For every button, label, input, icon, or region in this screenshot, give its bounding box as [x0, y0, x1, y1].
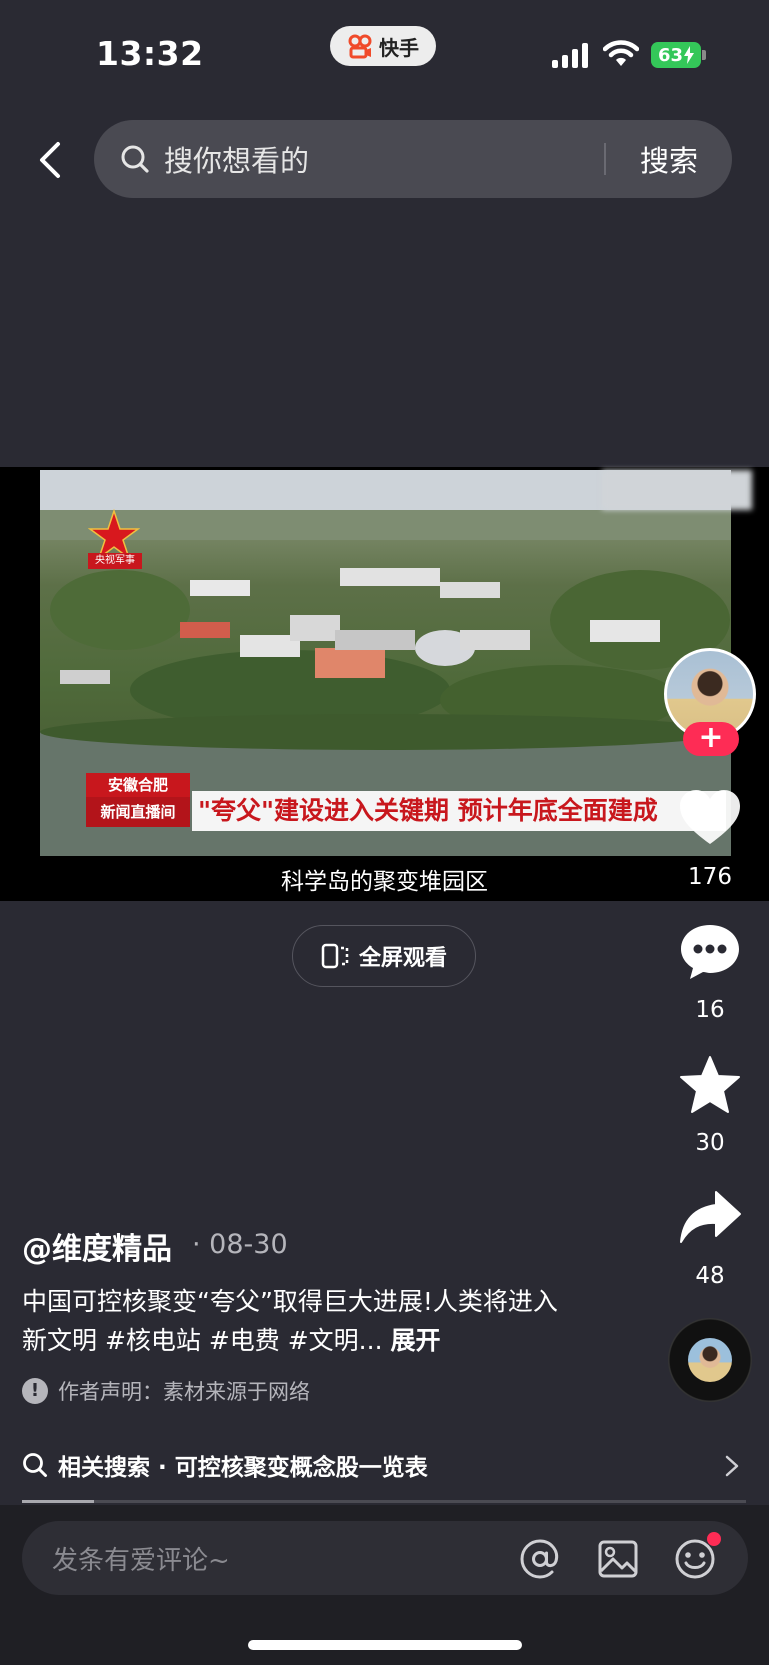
charging-bolt-icon [684, 46, 695, 64]
author-name[interactable]: @维度精品 [22, 1224, 172, 1268]
cellular-signal-icon [552, 42, 588, 68]
news-headline: "夸父"建设进入关键期 预计年底全面建成 [192, 791, 726, 831]
video-progress-track[interactable] [22, 1500, 746, 1503]
image-icon[interactable] [596, 1537, 640, 1581]
video-caption: 科学岛的聚变堆园区 [281, 869, 488, 895]
expand-link[interactable]: 展开 [390, 1326, 440, 1355]
follow-button[interactable]: + [683, 722, 739, 756]
search-button[interactable]: 搜索 [606, 138, 732, 180]
program-tag: 新闻直播间 [86, 797, 190, 827]
video-progress-fill [22, 1500, 94, 1503]
share-count: 48 [695, 1263, 725, 1289]
warning-icon: ! [22, 1378, 48, 1404]
search-bar[interactable]: 搜你想看的 搜索 [94, 120, 732, 198]
kuaishou-logo-icon [348, 34, 372, 59]
post-description[interactable]: 中国可控核聚变“夸父”取得巨大进展!人类将进入新文明 #核电站 #电费 #文明.… [22, 1282, 582, 1360]
post-date: · 08-30 [192, 1229, 288, 1260]
battery-level: 63 [657, 44, 684, 66]
home-indicator[interactable] [248, 1640, 522, 1650]
fullscreen-icon [321, 943, 349, 969]
fullscreen-label: 全屏观看 [358, 946, 447, 971]
location-tag: 安徽合肥 [86, 773, 190, 797]
related-search-link[interactable]: 相关搜索 · 可控核聚变概念股一览表 [22, 1448, 428, 1482]
description-text: 中国可控核聚变“夸父”取得巨大进展!人类将进入新文明 #核电站 #电费 #文明.… [22, 1287, 558, 1355]
app-indicator-pill[interactable]: 快手 [330, 26, 436, 66]
music-cover [688, 1338, 732, 1382]
notification-dot [707, 1532, 721, 1546]
chevron-right-icon[interactable] [724, 1454, 740, 1478]
battery-nub [702, 50, 706, 60]
fullscreen-button[interactable]: 全屏观看 [292, 925, 476, 987]
comment-placeholder: 发条有爱评论~ [52, 1546, 230, 1576]
declaration-text: 作者声明：素材来源于网络 [58, 1380, 310, 1404]
favorite-count: 30 [695, 1130, 725, 1156]
share-icon[interactable] [678, 1188, 742, 1248]
wifi-icon [603, 40, 639, 66]
author-declaration: ! 作者声明：素材来源于网络 [22, 1376, 310, 1406]
back-icon[interactable] [36, 140, 66, 180]
like-count: 176 [688, 864, 732, 890]
search-icon [23, 1453, 47, 1477]
app-name: 快手 [379, 35, 419, 60]
channel-label: 央视军事 [88, 553, 142, 569]
at-icon[interactable] [518, 1537, 562, 1581]
star-icon[interactable] [678, 1055, 742, 1115]
related-search-text: 相关搜索 · 可控核聚变概念股一览表 [58, 1455, 428, 1481]
battery-indicator: 63 [651, 42, 701, 68]
heart-icon[interactable] [678, 788, 742, 848]
watermark-blur [602, 470, 752, 510]
comment-icon[interactable] [678, 922, 742, 982]
status-time: 13:32 [96, 34, 204, 73]
search-input[interactable]: 搜你想看的 [164, 138, 604, 180]
comment-count: 16 [695, 997, 725, 1023]
search-icon [121, 145, 149, 173]
